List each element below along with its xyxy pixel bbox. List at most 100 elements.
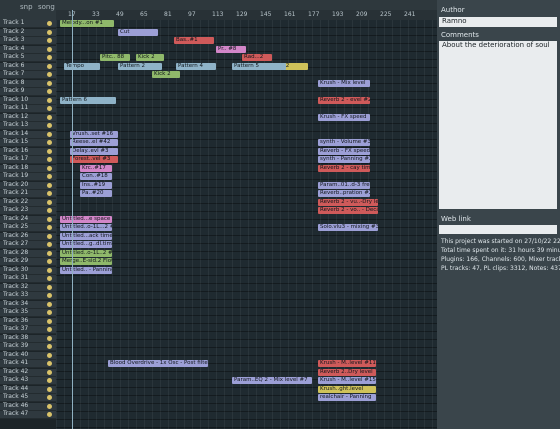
track-mute-icon[interactable] [47,259,52,264]
track-mute-icon[interactable] [47,361,52,366]
track-mute-icon[interactable] [47,233,52,239]
track-mute-icon[interactable] [47,199,52,205]
playlist-clip[interactable]: Reverb - FX speed [318,147,370,155]
track-mute-icon[interactable] [47,165,52,171]
track-mute-icon[interactable] [47,46,52,52]
playlist-clip[interactable]: synth - Panning #2 [318,156,370,163]
playlist-clip[interactable]: Blood Overdrive - 1x Osc - Post filter [108,360,208,367]
track-mute-icon[interactable] [47,378,52,383]
playlist-clip[interactable]: Pr.. #8 [216,45,246,53]
playlist-clip[interactable]: Krush - M..level #15 [318,377,376,384]
track-mute-icon[interactable] [47,174,52,179]
track-mute-icon[interactable] [47,310,52,315]
track-mute-icon[interactable] [47,131,52,137]
weblink-field[interactable] [439,225,557,234]
playlist-clip[interactable]: Pitc.. 88 [100,54,130,61]
track-mute-icon[interactable] [47,344,52,349]
playlist-clip[interactable]: Untitled..o-1L...2 #3 [60,224,112,231]
playlist-clip[interactable]: Cut [118,28,158,36]
playlist-clip[interactable]: Krush - M..level #11 [318,360,376,367]
playlist-clip[interactable]: Pattern 2 [118,62,162,70]
playhead-marker[interactable] [72,10,73,429]
playlist-clip[interactable]: Untitled...e space [60,215,112,223]
playlist-clip[interactable]: Pattern 6 [60,96,116,104]
playlist-clip[interactable]: Kick 2 [136,54,164,61]
playlist-clip[interactable]: Solo.vlu3 - mixing #3 [318,224,378,231]
playlist-clip[interactable]: Ins..#19 [80,181,112,189]
playlist-clip[interactable]: Vrush..set #16 [70,130,118,138]
track-mute-icon[interactable] [47,38,52,43]
track-mute-icon[interactable] [47,148,52,154]
playlist-clip[interactable]: Reverb 2 - vo.. - Decay time [318,207,378,214]
track-mute-icon[interactable] [47,369,52,375]
track-mute-icon[interactable] [47,72,52,77]
track-mute-icon[interactable] [47,80,52,86]
track-mute-icon[interactable] [47,242,52,247]
track-mute-icon[interactable] [47,327,52,332]
track-mute-icon[interactable] [47,293,52,298]
song-toggle[interactable]: song [38,3,55,11]
playlist-clip[interactable]: Reverb 2..Dry level [318,368,376,376]
playlist-clip[interactable]: Krush..ght.level [318,385,376,393]
playlist-clip[interactable]: Pa..#20 [80,190,112,197]
playlist-clip[interactable]: Krc..#17 [80,164,112,172]
track-mute-icon[interactable] [47,250,52,256]
track-mute-icon[interactable] [47,225,52,230]
track-mute-icon[interactable] [47,267,52,273]
playlist-clip[interactable]: Untitled...ack time [60,232,112,240]
track-mute-icon[interactable] [47,140,52,145]
track-mute-icon[interactable] [47,191,52,196]
track-mute-icon[interactable] [47,123,52,128]
track-mute-icon[interactable] [47,412,52,417]
track-mute-icon[interactable] [47,63,52,69]
track-mute-icon[interactable] [47,318,52,324]
track-mute-icon[interactable] [47,114,52,120]
arrangement-grid[interactable]: Melody...on #1 Cut Pitc.. 88 Kick 2 Kick 2 Ba… [56,20,437,429]
playlist-clip[interactable]: Melody...on #1 [60,20,114,27]
track-mute-icon[interactable] [47,276,52,281]
track-header[interactable]: Track 47 [0,410,56,419]
track-mute-icon[interactable] [47,182,52,188]
track-mute-icon[interactable] [47,284,52,290]
playlist-clip[interactable]: Pattern 5 [232,62,286,70]
playlist-clip[interactable]: Merge..E-sid.2 Flow [60,258,112,265]
track-mute-icon[interactable] [47,208,52,213]
playlist-clip[interactable]: Con..#18 [80,173,112,180]
playlist-clip[interactable]: Untitled...g..dl.time [60,241,112,248]
playlist-clip[interactable]: Forest..vel #3 [70,156,118,163]
track-mute-icon[interactable] [47,386,52,392]
track-mute-icon[interactable] [47,21,52,26]
playlist-clip[interactable]: Delay..evl #3 [70,147,118,155]
playlist-clip[interactable]: Rad...2 [242,54,272,61]
track-mute-icon[interactable] [47,301,52,307]
playlist-clip[interactable]: Param..01..d-3 freq [318,181,370,189]
author-field[interactable]: Ramno [439,17,557,27]
playlist-clip[interactable]: Reverb..pration #2 [318,190,370,197]
track-mute-icon[interactable] [47,89,52,94]
playlist-clip[interactable]: Krush - Mix level [318,79,370,87]
playlist-clip[interactable]: Pattern 4 [176,62,216,70]
playlist-clip[interactable]: Untitled..o-1L..2 #4 [60,249,112,257]
playlist-clip[interactable]: realchair - Panning [318,394,376,401]
track-mute-icon[interactable] [47,97,52,103]
timeline-ruler[interactable]: 173349658197113129145161177193209225241 [56,10,437,20]
track-mute-icon[interactable] [47,216,52,222]
track-mute-icon[interactable] [47,352,52,358]
track-mute-icon[interactable] [47,106,52,111]
track-mute-icon[interactable] [47,29,52,35]
playlist-clip[interactable]: Reese..el #42 [70,139,118,146]
playlist-clip[interactable]: Kick 2 [152,71,180,78]
track-mute-icon[interactable] [47,55,52,60]
playlist-clip[interactable]: Reverb 2 - vu..-Dry level #2 [318,198,378,206]
track-mute-icon[interactable] [47,335,52,341]
track-mute-icon[interactable] [47,403,52,409]
track-mute-icon[interactable] [47,157,52,162]
playlist-clip[interactable]: Reverb 2 - cay time [318,164,370,172]
playlist-clip[interactable]: Untitled.. - Panning [60,266,112,274]
comments-field[interactable]: About the deterioration of soul [439,41,557,209]
playlist-clip[interactable]: synth - Volume #3 [318,139,370,146]
snap-toggle[interactable]: snp [20,3,33,11]
playlist-clip[interactable]: Param..EQ 2 - Mix level #7 [232,377,312,384]
playlist-clip[interactable]: Krush - FX speed [318,113,370,121]
playlist-clip[interactable]: Tempo [64,62,100,70]
